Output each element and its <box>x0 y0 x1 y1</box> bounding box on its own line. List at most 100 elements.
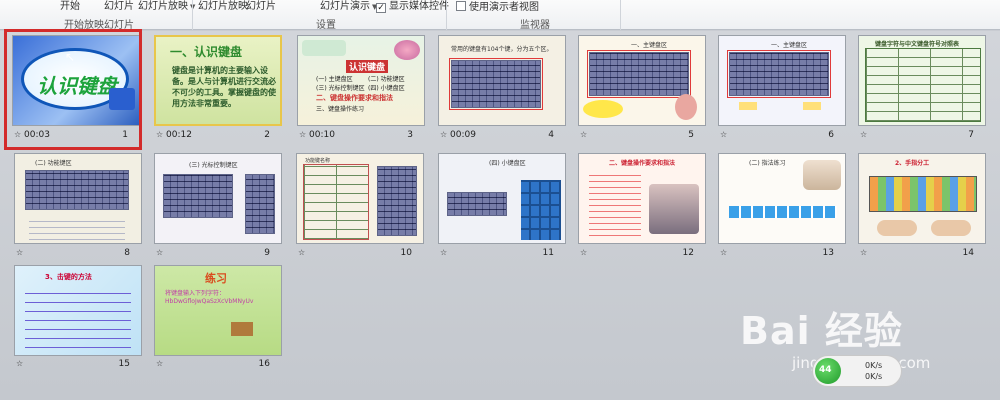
slide-12-title: 二、键盘操作要求和指法 <box>609 160 676 167</box>
rehearse-timings-button[interactable]: 幻灯片演示 ▼ <box>320 1 377 13</box>
network-speeds: 0K/s 0K/s <box>865 361 883 381</box>
show-media-controls-checkbox[interactable]: ✓ 显示媒体控件 <box>376 1 449 13</box>
slide-3-item-4: (四) 小键盘区 <box>368 85 405 92</box>
slide-thumbnail-3[interactable]: 认识键盘 (一) 主键盘区 (二) 功能键区 (三) 光标控制键区 (四) 小键… <box>297 35 425 126</box>
slide-13-transition: ☆ <box>720 248 727 258</box>
slide-4-number: 4 <box>548 130 554 140</box>
slide-2-body: 键盘是计算机的主要输入设备。是人与计算机进行交流必不可少的工具。掌握键盘的使用方… <box>172 66 276 108</box>
slide-3-item-6: 三、键盘操作练习 <box>316 106 365 113</box>
person-at-computer-photo <box>649 184 699 234</box>
slide-3-item-5: 二、键盘操作要求和指法 <box>316 94 393 102</box>
custom-slideshow-button[interactable]: 幻灯片放映▼ <box>138 1 195 13</box>
slide-thumbnail-15[interactable]: 3、击键的方法 <box>14 265 142 356</box>
keyboard-diagram <box>25 170 129 210</box>
slide-3-banner <box>302 40 346 56</box>
keyboard-diagram <box>163 174 233 218</box>
network-percent: 44 <box>819 365 832 375</box>
transition-star-icon: ☆ <box>299 130 307 139</box>
slide-thumbnail-14[interactable]: 2、手指分工 <box>858 153 986 244</box>
slide-3-item-2: (二) 功能键区 <box>368 76 405 83</box>
transition-star-icon: ☆ <box>156 130 164 139</box>
hide-slide-button[interactable]: 幻灯片 <box>246 1 276 13</box>
slide-15-transition: ☆ <box>16 359 23 369</box>
slide-9-title: (三) 光标控制键区 <box>189 162 238 169</box>
slide-thumbnail-5[interactable]: 一、主键盘区 <box>578 35 706 126</box>
use-presenter-view-checkbox[interactable]: 使用演示者视图 <box>456 1 539 14</box>
transition-star-icon: ☆ <box>440 130 448 139</box>
slide-thumbnail-8[interactable]: (二) 功能键区 <box>14 153 142 244</box>
slide-10-transition: ☆ <box>298 248 305 258</box>
keyboard-diagram <box>447 192 507 216</box>
group-label-monitor: 监视器 <box>520 20 550 31</box>
flower-decoration <box>394 40 420 60</box>
from-current-button[interactable]: 幻灯片 <box>104 1 134 13</box>
slide-thumbnail-4[interactable]: 常用的键盘有104个键，分为五个区。 <box>438 35 566 126</box>
signboard-icon <box>231 322 253 336</box>
slide-11-number: 11 <box>542 248 554 258</box>
slide-5-number: 5 <box>688 130 694 140</box>
slide-thumbnail-12[interactable]: 二、键盘操作要求和指法 <box>578 153 706 244</box>
slide-14-number: 14 <box>962 248 974 258</box>
slide-11-transition: ☆ <box>440 248 447 258</box>
baidu-watermark: Bai 经验 <box>740 309 903 353</box>
child-illustration <box>675 94 697 120</box>
transition-star-icon: ☆ <box>156 248 164 257</box>
slide-thumbnail-2[interactable]: 一、认识键盘 键盘是计算机的主要输入设备。是人与计算机进行交流必不可少的工具。掌… <box>154 35 282 126</box>
slide-16-body: 将键盘输入下列字符： <box>165 290 226 297</box>
region-outline <box>449 58 543 110</box>
checkbox-checked-icon: ✓ <box>376 3 386 13</box>
slide-thumbnail-16[interactable]: 练习 将键盘输入下列字符： HbDwGfloJwQaSzXcVbMNyUv <box>154 265 282 356</box>
group-label-setup: 设置 <box>316 20 336 31</box>
from-beginning-button[interactable]: 开始 <box>60 1 80 13</box>
slide-12-number: 12 <box>682 248 694 258</box>
slide-thumbnail-13[interactable]: (二) 指法练习 <box>718 153 846 244</box>
transition-star-icon: ☆ <box>720 130 728 139</box>
slide-7-number: 7 <box>968 130 974 140</box>
region-outline <box>727 50 831 98</box>
slide-14-transition: ☆ <box>860 248 867 258</box>
text-lines <box>25 288 131 348</box>
speech-bubble <box>583 100 623 118</box>
slide-thumbnail-9[interactable]: (三) 光标控制键区 <box>154 153 282 244</box>
slide-6-number: 6 <box>828 130 834 140</box>
transition-star-icon: ☆ <box>860 248 868 257</box>
slide-16-transition: ☆ <box>156 359 163 369</box>
slide-thumbnail-11[interactable]: (四) 小键盘区 <box>438 153 566 244</box>
slide-3-title: 认识键盘 <box>346 60 389 73</box>
slide-9-number: 9 <box>264 248 270 258</box>
slide-6-transition: ☆ <box>720 130 727 140</box>
setup-slideshow-button[interactable]: 幻灯片放映 <box>198 1 248 13</box>
slide-9-transition: ☆ <box>156 248 163 258</box>
slide-thumbnail-10[interactable]: 功能键名称 <box>296 153 424 244</box>
slide-thumbnail-6[interactable]: 一、主键盘区 <box>718 35 846 126</box>
cursor-keys-diagram <box>245 174 275 234</box>
slide-3-item-1: (一) 主键盘区 <box>316 76 353 83</box>
region-outline <box>587 50 691 98</box>
slide-3-item-3: (三) 光标控制键区 <box>316 85 365 92</box>
checkbox-icon <box>456 1 466 11</box>
slide-13-number: 13 <box>822 248 834 258</box>
right-hand-icon <box>931 220 971 236</box>
slide-16-title: 练习 <box>205 272 227 285</box>
slide-thumbnail-7[interactable]: 键盘字符与中文键盘符号对照表 <box>858 35 986 126</box>
hands-photo <box>803 160 841 190</box>
transition-star-icon: ☆ <box>156 359 164 368</box>
left-hand-icon <box>877 220 917 236</box>
transition-star-icon: ☆ <box>580 248 588 257</box>
slide-10-title: 功能键名称 <box>305 158 331 164</box>
selection-highlight <box>4 29 142 150</box>
slide-14-title: 2、手指分工 <box>895 160 930 167</box>
numeric-keypad <box>521 180 561 240</box>
text-lines <box>29 216 125 240</box>
key-row <box>729 206 837 218</box>
slide-3-number: 3 <box>407 130 413 140</box>
slide-7-transition: ☆ <box>860 130 867 140</box>
slide-16-chars: HbDwGfloJwQaSzXcVbMNyUv <box>165 298 254 305</box>
slide-10-number: 10 <box>400 248 412 258</box>
slide-5-transition: ☆ <box>580 130 587 140</box>
slide-8-title: (二) 功能键区 <box>35 160 72 167</box>
network-speed-widget[interactable]: 44 0K/s 0K/s <box>812 355 902 387</box>
slide-16-number: 16 <box>258 359 270 369</box>
keypad-diagram <box>377 166 417 236</box>
slide-4-title: 常用的键盘有104个键，分为五个区。 <box>451 46 553 53</box>
